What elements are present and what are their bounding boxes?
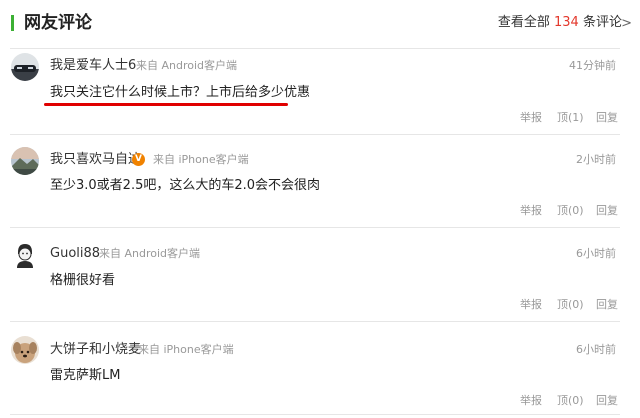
- upvote-button[interactable]: 顶(0): [557, 393, 584, 409]
- section-accent-bar: [11, 15, 14, 31]
- upvote-button[interactable]: 顶(0): [557, 203, 584, 219]
- comment-username[interactable]: 我只喜欢马自达: [50, 152, 141, 168]
- report-button[interactable]: 举报: [520, 393, 542, 409]
- comment-source: 来自 Android客户端: [99, 247, 201, 260]
- comment-source: 来自 iPhone客户端: [138, 343, 234, 356]
- reply-button[interactable]: 回复: [596, 393, 618, 409]
- landscape-photo-icon: [11, 147, 39, 175]
- comment-time: 6小时前: [576, 343, 616, 356]
- divider: [10, 48, 620, 49]
- avatar[interactable]: [11, 336, 39, 364]
- upvote-button[interactable]: 顶(0): [557, 297, 584, 313]
- reply-button[interactable]: 回复: [596, 297, 618, 313]
- divider: [10, 134, 620, 135]
- comment-source: 来自 Android客户端: [136, 59, 238, 72]
- comment-time: 6小时前: [576, 247, 616, 260]
- reply-button[interactable]: 回复: [596, 110, 618, 126]
- comment-text: 我只关注它什么时候上市？上市后给多少优惠: [50, 85, 311, 100]
- avatar[interactable]: [11, 53, 39, 81]
- comment-username[interactable]: 大饼子和小烧麦: [50, 342, 141, 358]
- view-all-suffix: 条评论: [582, 15, 622, 30]
- view-all-comments-link[interactable]: 查看全部 134 条评论: [498, 14, 622, 32]
- comment-time: 41分钟前: [569, 59, 616, 72]
- divider: [10, 321, 620, 322]
- divider: [10, 227, 620, 228]
- upvote-button[interactable]: 顶(1): [557, 110, 584, 126]
- report-button[interactable]: 举报: [520, 110, 542, 126]
- avatar[interactable]: [11, 241, 39, 269]
- reply-button[interactable]: 回复: [596, 203, 618, 219]
- avatar[interactable]: [11, 147, 39, 175]
- comment-count: 134: [554, 15, 579, 30]
- report-button[interactable]: 举报: [520, 203, 542, 219]
- car-photo-icon: [11, 53, 39, 81]
- comment-username[interactable]: Guoli88: [50, 246, 100, 262]
- comment-text: 格栅很好看: [50, 273, 116, 288]
- comments-header: 网友评论 查看全部 134 条评论 >: [0, 0, 640, 48]
- red-underline-annotation: [44, 103, 288, 106]
- chevron-right-icon[interactable]: >: [621, 16, 632, 32]
- default-user-icon: [11, 241, 39, 269]
- report-button[interactable]: 举报: [520, 297, 542, 313]
- comment-username[interactable]: 我是爱车人士6: [50, 58, 136, 74]
- comment-text: 至少3.0或者2.5吧，这么大的车2.0会不会很肉: [50, 178, 321, 193]
- comment-source: 来自 iPhone客户端: [153, 153, 249, 166]
- verified-v-badge-icon: V: [132, 153, 145, 166]
- section-title: 网友评论: [24, 13, 92, 33]
- puppy-photo-icon: [11, 336, 39, 364]
- comment-time: 2小时前: [576, 153, 616, 166]
- divider: [10, 414, 620, 415]
- comment-text: 雷克萨斯LM: [50, 368, 121, 383]
- view-all-prefix: 查看全部: [497, 15, 550, 30]
